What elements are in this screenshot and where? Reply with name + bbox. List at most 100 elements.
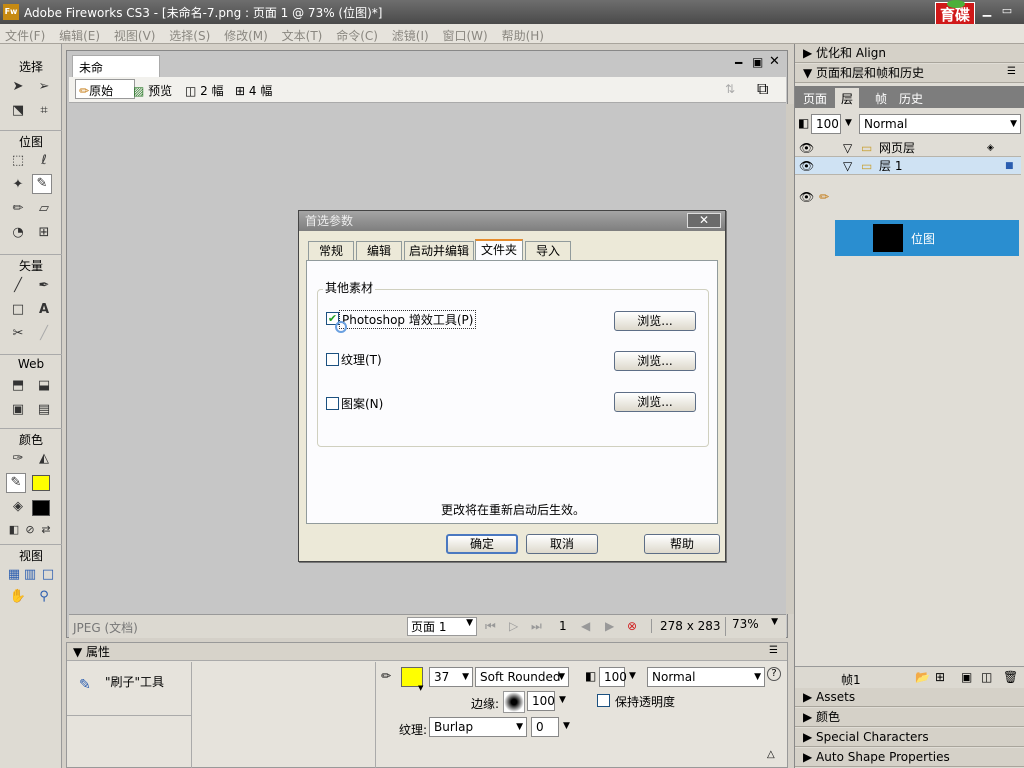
menu-edit[interactable]: 编辑(E): [54, 24, 105, 44]
layer-blend-select[interactable]: Normal ▼: [859, 114, 1021, 134]
dialog-close-button[interactable]: ✕: [687, 213, 721, 228]
tab-launch-edit[interactable]: 启动并编辑: [404, 241, 474, 260]
preserve-transparency-checkbox[interactable]: [597, 694, 610, 707]
menu-view[interactable]: 视图(V): [109, 24, 161, 44]
browse-textures-button[interactable]: 浏览...: [614, 351, 696, 371]
menu-commands[interactable]: 命令(C): [331, 24, 383, 44]
tab-frames[interactable]: 帧: [869, 88, 893, 108]
chevron-down-icon[interactable]: ▼: [559, 695, 566, 705]
tab-history[interactable]: 历史: [893, 88, 929, 108]
stop-icon[interactable]: ⊗: [627, 619, 637, 633]
scale-icon[interactable]: ⬔: [8, 101, 28, 121]
show-slices-icon[interactable]: ▤: [34, 400, 54, 420]
brush-icon[interactable]: ✎: [32, 174, 52, 194]
eye-icon[interactable]: 👁: [799, 157, 814, 175]
collapse-icon[interactable]: △: [767, 749, 775, 760]
new-sublayer-icon[interactable]: 📂: [915, 670, 930, 684]
full-screen-menu-icon[interactable]: ▥: [20, 565, 40, 585]
properties-header[interactable]: ▼ 属性: [67, 643, 787, 661]
optimize-panel-header[interactable]: ▶ 优化和 Align: [795, 44, 1024, 63]
tab-pages[interactable]: 页面: [797, 88, 833, 108]
marquee-icon[interactable]: ⬚: [8, 151, 28, 171]
line-icon[interactable]: ╱: [8, 276, 28, 296]
stroke-size-field[interactable]: 37 ▼: [429, 667, 473, 687]
tab-general[interactable]: 常规: [308, 241, 354, 260]
zoom-select[interactable]: 73% ▼: [725, 617, 781, 636]
eyedropper-icon[interactable]: ✑: [8, 449, 28, 469]
freeform-icon[interactable]: ✂: [8, 324, 28, 344]
layer-1-row[interactable]: 👁 ▽ ▭ 层 1 ■: [795, 157, 1021, 175]
tab-import[interactable]: 导入: [525, 241, 571, 260]
prev-frame-icon[interactable]: ◀: [581, 619, 590, 633]
duplicate-icon[interactable]: ◫: [981, 670, 992, 684]
full-screen-icon[interactable]: □: [38, 565, 58, 585]
bitmap-object-row[interactable]: 位图: [835, 220, 1019, 256]
first-frame-icon[interactable]: ⏮: [485, 619, 496, 634]
menu-window[interactable]: 窗口(W): [438, 24, 493, 44]
cancel-button[interactable]: 取消: [526, 534, 598, 554]
expand-icon[interactable]: ▽: [843, 157, 852, 175]
menu-text[interactable]: 文本(T): [277, 24, 328, 44]
photoshop-plugins-label[interactable]: Photoshop 增效工具(P): [339, 310, 477, 329]
textures-checkbox[interactable]: [326, 353, 339, 366]
pen-icon[interactable]: ✒: [34, 276, 54, 296]
menu-file[interactable]: 文件(F): [0, 24, 50, 44]
fill-bucket-icon[interactable]: ◈: [8, 497, 28, 517]
edge-field[interactable]: 100: [527, 691, 555, 711]
help-icon[interactable]: ?: [767, 667, 781, 681]
document-tab[interactable]: 未命名-7.png*: [72, 55, 160, 92]
preview-in-browser-icon[interactable]: ⧉: [757, 79, 768, 99]
opacity-field[interactable]: 100: [599, 667, 627, 687]
pencil-icon[interactable]: ✏: [8, 199, 28, 219]
web-layer-row[interactable]: 👁 ▽ ▭ 网页层 ◈: [795, 139, 1021, 157]
trash-icon[interactable]: 🗑: [1003, 670, 1018, 684]
fill-color-swatch[interactable]: [32, 500, 50, 516]
paint-bucket-icon[interactable]: ◭: [34, 449, 54, 469]
view-original-button[interactable]: ✏原始: [75, 79, 135, 99]
hand-icon[interactable]: ✋: [8, 587, 28, 607]
knife-icon[interactable]: ╱: [34, 324, 54, 344]
pencil-icon[interactable]: ✏: [819, 190, 829, 204]
assets-panel-header[interactable]: ▶ Assets: [795, 688, 1024, 707]
tab-folders[interactable]: 文件夹: [475, 239, 523, 261]
crop-icon[interactable]: ⌗: [34, 101, 54, 121]
panel-options-icon[interactable]: ☰: [769, 645, 778, 656]
blur-icon[interactable]: ◔: [8, 223, 28, 243]
rectangle-icon[interactable]: □: [8, 300, 28, 320]
layer-opacity-field[interactable]: 100: [811, 114, 841, 134]
tab-layers[interactable]: 层: [835, 88, 860, 108]
slice-icon[interactable]: ⬓: [34, 376, 54, 396]
texture-amount-field[interactable]: 0: [531, 717, 559, 737]
new-bitmap-icon[interactable]: ▣: [961, 670, 972, 684]
chevron-down-icon[interactable]: ▼: [563, 721, 570, 731]
pages-panel-header[interactable]: ▼ 页面和层和帧和历史: [795, 64, 1024, 83]
browse-patterns-button[interactable]: 浏览...: [614, 392, 696, 412]
doc-close-button[interactable]: ✕: [769, 54, 780, 69]
expand-icon[interactable]: ▽: [843, 139, 852, 157]
blend-mode-select[interactable]: Normal ▼: [647, 667, 765, 687]
next-frame-icon[interactable]: ▶: [605, 619, 614, 633]
hide-slices-icon[interactable]: ▣: [8, 400, 28, 420]
eye-icon[interactable]: 👁: [799, 190, 814, 204]
auto-shape-properties-header[interactable]: ▶ Auto Shape Properties: [795, 748, 1024, 767]
help-button[interactable]: 帮助: [644, 534, 720, 554]
last-frame-icon[interactable]: ⏭: [531, 619, 542, 634]
view-preview-button[interactable]: ▨ 预览: [133, 82, 172, 99]
chevron-down-icon[interactable]: ▼: [629, 671, 636, 681]
rubber-stamp-icon[interactable]: ⊞: [34, 223, 54, 243]
view-2up-button[interactable]: ◫ 2 幅: [185, 82, 224, 99]
subselect-icon[interactable]: ➢: [34, 77, 54, 97]
quick-export-icon[interactable]: ⇅: [725, 82, 735, 96]
vertical-scrollbar[interactable]: [786, 104, 794, 614]
chevron-down-icon[interactable]: ▼: [845, 118, 852, 128]
minimize-button[interactable]: ▁: [978, 3, 996, 19]
tab-editing[interactable]: 编辑: [356, 241, 402, 260]
ok-button[interactable]: 确定: [446, 534, 518, 554]
stroke-color-swatch[interactable]: [32, 475, 50, 491]
patterns-checkbox[interactable]: [326, 397, 339, 410]
special-characters-header[interactable]: ▶ Special Characters: [795, 728, 1024, 747]
view-4up-button[interactable]: ⊞ 4 幅: [235, 82, 272, 99]
menu-help[interactable]: 帮助(H): [497, 24, 549, 44]
stroke-type-select[interactable]: Soft Rounded ▼: [475, 667, 569, 687]
menu-modify[interactable]: 修改(M): [219, 24, 273, 44]
